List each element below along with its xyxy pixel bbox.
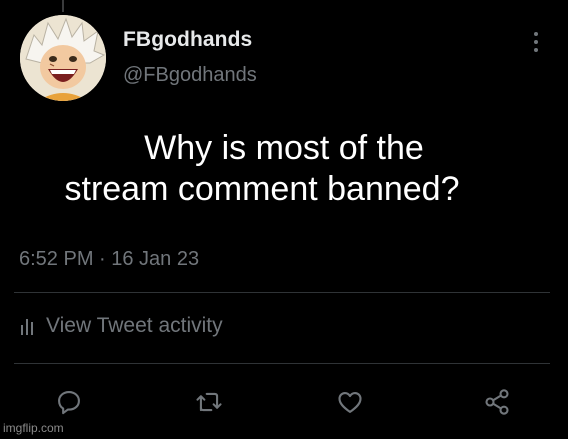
tweet-text-line: stream comment banned? bbox=[64, 170, 460, 208]
retweet-button[interactable] bbox=[193, 386, 225, 418]
divider bbox=[14, 363, 550, 364]
more-dot bbox=[534, 48, 538, 52]
share-button[interactable] bbox=[481, 386, 513, 418]
thread-connector-line bbox=[62, 0, 64, 12]
more-dot bbox=[534, 32, 538, 36]
tweet-text: Why is most of the stream comment banned… bbox=[0, 128, 568, 210]
more-dot bbox=[534, 40, 538, 44]
reply-icon bbox=[58, 391, 80, 415]
reply-button[interactable] bbox=[53, 386, 85, 418]
retweet-icon bbox=[196, 392, 222, 412]
heart-icon bbox=[338, 391, 362, 413]
view-tweet-activity-link[interactable]: View Tweet activity bbox=[20, 314, 223, 338]
view-tweet-activity-label: View Tweet activity bbox=[46, 314, 223, 337]
tweet-text-line: Why is most of the bbox=[144, 129, 424, 167]
display-name[interactable]: FBgodhands bbox=[123, 28, 252, 52]
more-options-icon[interactable] bbox=[526, 28, 546, 56]
share-icon bbox=[485, 389, 509, 415]
tweet-timestamp[interactable]: 6:52 PM · 16 Jan 23 bbox=[19, 248, 199, 271]
user-handle[interactable]: @FBgodhands bbox=[123, 64, 257, 87]
bar-chart-icon bbox=[20, 317, 36, 335]
imgflip-watermark: imgflip.com bbox=[3, 421, 64, 435]
like-button[interactable] bbox=[334, 386, 366, 418]
divider bbox=[14, 292, 550, 293]
avatar[interactable] bbox=[20, 15, 106, 101]
anime-character-avatar-icon bbox=[20, 15, 106, 101]
